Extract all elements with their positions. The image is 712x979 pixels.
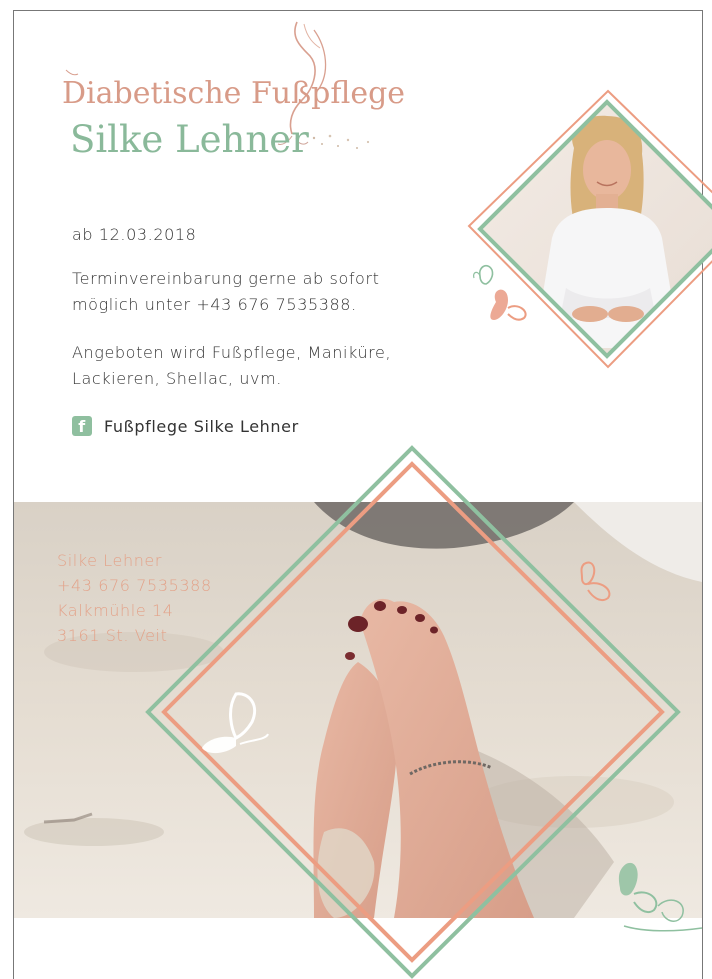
contact-city: 3161 St. Veit — [57, 626, 168, 645]
logo: Diabetische Fußpflege Silke Lehner — [52, 18, 406, 168]
contact-address: Silke Lehner +43 676 7535388 Kalkmühle 1… — [57, 548, 212, 648]
logo-title-line2: Silke Lehner — [70, 118, 309, 161]
flyer-page: Diabetische Fußpflege Silke Lehner ab 12… — [0, 0, 712, 979]
services-text: Angeboten wird Fußpflege, Maniküre, Lack… — [72, 343, 392, 388]
facebook-icon: f — [72, 416, 92, 436]
start-date: ab 12.03.2018 — [72, 225, 197, 244]
butterfly-salmon-icon — [580, 561, 611, 602]
butterfly-small-icon — [473, 264, 527, 321]
facebook-link[interactable]: f Fußpflege Silke Lehner — [72, 416, 299, 436]
contact-street: Kalkmühle 14 — [57, 601, 174, 620]
facebook-label: Fußpflege Silke Lehner — [104, 416, 299, 436]
appointment-text: Terminvereinbarung gerne ab sofort mögli… — [72, 269, 380, 314]
butterfly-white-icon — [202, 692, 269, 754]
contact-phone: +43 676 7535388 — [57, 576, 212, 595]
contact-name: Silke Lehner — [57, 551, 163, 570]
butterfly-green-icon — [618, 862, 703, 932]
logo-title-line1: Diabetische Fußpflege — [62, 76, 406, 111]
